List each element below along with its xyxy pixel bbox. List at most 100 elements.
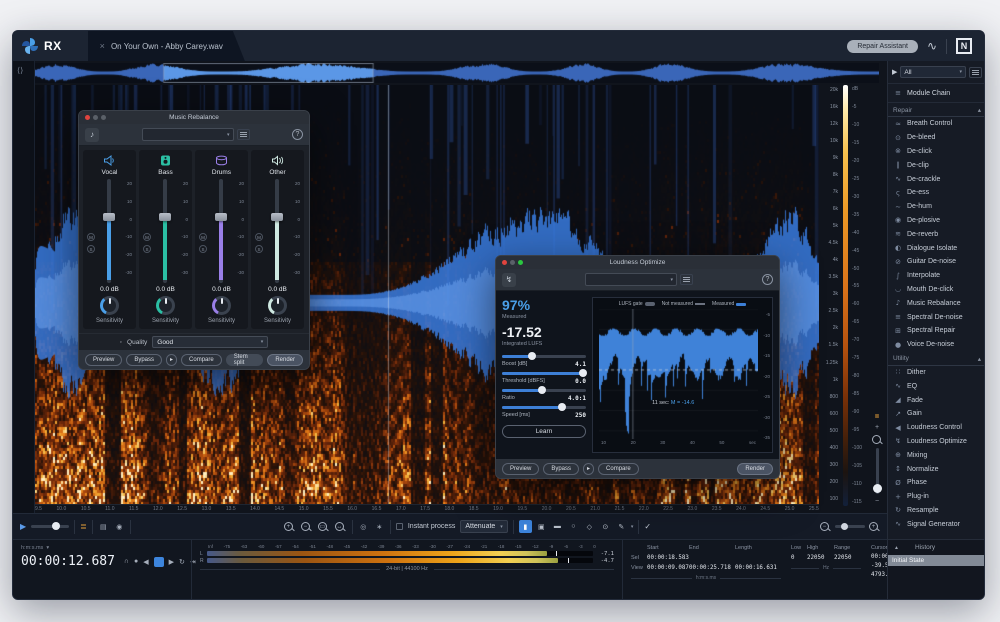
learn-button[interactable]: Learn — [502, 425, 586, 438]
module-chain-item[interactable]: ≡ Module Chain — [888, 84, 985, 103]
spectrogram-mode-icon[interactable]: ≣ — [80, 522, 87, 531]
slider-knob[interactable] — [579, 369, 587, 377]
module-item-normalize[interactable]: ↕Normalize — [888, 462, 985, 476]
stem-split-button[interactable]: Stem split — [226, 354, 264, 366]
module-item-de-ess[interactable]: ςDe-ess — [888, 186, 985, 200]
bypass-button[interactable]: Bypass — [543, 463, 579, 475]
view-toggle-icon[interactable]: ▤ — [98, 521, 109, 533]
module-item-dither[interactable]: ∷Dither — [888, 366, 985, 380]
dialog-titlebar[interactable]: Music Rebalance — [79, 111, 309, 124]
close-icon[interactable] — [502, 260, 507, 265]
preset-dropdown[interactable]: ▾ — [585, 273, 677, 286]
selection-tool-icon[interactable]: ⊙ — [599, 520, 612, 533]
preset-dropdown[interactable]: ▾ — [142, 128, 234, 141]
sensitivity-knob[interactable] — [268, 296, 287, 315]
vertical-zoom-icon[interactable] — [872, 435, 881, 444]
waveform-overview[interactable] — [35, 63, 879, 83]
loudness-graph[interactable] — [599, 309, 758, 439]
bypass-menu-icon[interactable]: ▸ — [166, 354, 177, 366]
history-item-initial-state[interactable]: Initial State — [888, 555, 985, 566]
module-item-signal-generator[interactable]: ∿Signal Generator — [888, 517, 985, 531]
slider-knob[interactable] — [528, 352, 536, 360]
bypass-button[interactable]: Bypass — [126, 354, 162, 366]
vocal-fader[interactable]: 20100-10-20-30 MS — [86, 179, 133, 283]
module-item-breath-control[interactable]: ≈Breath Control — [888, 117, 985, 131]
zoom-window-icon[interactable] — [101, 115, 106, 120]
file-tab[interactable]: × On Your Own - Abby Carey.wav — [88, 31, 245, 61]
zoom-in-icon[interactable]: + — [869, 522, 878, 531]
module-item-resample[interactable]: ↻Resample — [888, 504, 985, 518]
other-fader[interactable]: 20100-10-20-30 MS — [254, 179, 301, 283]
ratio-slider[interactable] — [502, 389, 586, 392]
spectrogram-settings-icon[interactable]: ≣ — [874, 413, 879, 420]
module-item-de-reverb[interactable]: ≋De-reverb — [888, 227, 985, 241]
time-ruler[interactable]: 9.510.010.511.011.512.012.513.013.514.01… — [35, 504, 819, 513]
solo-button[interactable]: S — [143, 245, 151, 253]
quality-dropdown[interactable]: Good ▾ — [152, 336, 268, 348]
list-view-icon[interactable] — [969, 67, 982, 78]
preview-button[interactable]: Preview — [85, 354, 122, 366]
compare-button[interactable]: Compare — [598, 463, 639, 475]
volume-knob[interactable] — [52, 522, 60, 530]
module-item-eq[interactable]: ∿EQ — [888, 379, 985, 393]
module-note-icon[interactable]: ♪ — [85, 128, 99, 142]
speed-slider[interactable] — [502, 406, 586, 409]
preset-menu-icon[interactable] — [680, 274, 693, 285]
module-item-spectral-de-noise[interactable]: ≡Spectral De-noise — [888, 310, 985, 324]
module-item-voice-de-noise[interactable]: ●Voice De-noise — [888, 338, 985, 352]
module-item-de-hum[interactable]: ∼De-hum — [888, 200, 985, 214]
help-icon[interactable]: ? — [762, 274, 773, 285]
process-mode-dropdown[interactable]: Attenuate ▾ — [460, 520, 507, 533]
module-item-spectral-repair[interactable]: ⊞Spectral Repair — [888, 324, 985, 338]
module-filter-dropdown[interactable]: All ▾ — [900, 66, 966, 78]
selection-tool-icon[interactable]: ◇ — [583, 520, 596, 533]
fader-handle[interactable] — [159, 213, 171, 221]
boost-slider[interactable] — [502, 355, 586, 358]
module-item-de-crackle[interactable]: ∿De-crackle — [888, 172, 985, 186]
view-toggle-icon[interactable]: ◉ — [114, 521, 125, 533]
monitor-volume-slider[interactable] — [31, 525, 69, 528]
module-item-mixing[interactable]: ⊕Mixing — [888, 448, 985, 462]
rewind-button[interactable]: ◀ — [143, 558, 148, 566]
horizontal-zoom-slider[interactable] — [835, 525, 865, 528]
sensitivity-knob[interactable] — [156, 296, 175, 315]
history-filter-icon[interactable]: ▲ — [894, 545, 899, 551]
zoom-tool-icon[interactable]: ↔ — [335, 522, 344, 531]
extra-tool-icon[interactable]: ◎ — [358, 521, 369, 533]
apply-check-icon[interactable]: ✓ — [644, 522, 651, 531]
zoom-out-icon[interactable]: − — [820, 522, 829, 531]
module-item-plug-in[interactable]: +Plug-in — [888, 490, 985, 504]
sensitivity-knob[interactable] — [212, 296, 231, 315]
minimize-icon[interactable] — [510, 260, 515, 265]
module-item-de-plosive[interactable]: ◉De-plosive — [888, 214, 985, 228]
vertical-zoom-knob[interactable] — [873, 484, 882, 493]
vertical-zoom-slider[interactable] — [876, 448, 879, 494]
mute-button[interactable]: M — [143, 233, 151, 241]
sensitivity-knob[interactable] — [100, 296, 119, 315]
extra-tool-icon[interactable]: ∗ — [374, 521, 385, 533]
record-button[interactable]: ● — [134, 558, 138, 565]
pen-dropdown-icon[interactable]: ▾ — [631, 524, 634, 530]
module-item-loudness-optimize[interactable]: ↯Loudness Optimize — [888, 435, 985, 449]
module-item-de-bleed[interactable]: ⊙De-bleed — [888, 131, 985, 145]
close-icon[interactable] — [85, 115, 90, 120]
instant-process-checkbox[interactable] — [396, 523, 403, 530]
zoom-tool-icon[interactable]: − — [301, 522, 310, 531]
module-item-phase[interactable]: ØPhase — [888, 476, 985, 490]
mute-button[interactable]: M — [199, 233, 207, 241]
module-item-dialogue-isolate[interactable]: ◐Dialogue Isolate — [888, 241, 985, 255]
module-item-mouth-de-click[interactable]: ◡Mouth De-click — [888, 283, 985, 297]
module-item-de-click[interactable]: ⊗De-click — [888, 145, 985, 159]
bass-fader[interactable]: 20100-10-20-30 MS — [142, 179, 189, 283]
minimize-icon[interactable] — [93, 115, 98, 120]
zoom-window-icon[interactable] — [518, 260, 523, 265]
solo-button[interactable]: S — [87, 245, 95, 253]
solo-button[interactable]: S — [255, 245, 263, 253]
fader-handle[interactable] — [271, 213, 283, 221]
selection-tool-icon[interactable]: ○ — [567, 520, 580, 533]
monitor-speaker-icon[interactable]: ◀ — [20, 522, 26, 531]
module-item-music-rebalance[interactable]: ♪Music Rebalance — [888, 296, 985, 310]
utility-section-header[interactable]: Utility ▴ — [888, 352, 985, 366]
selection-tool-icon[interactable]: ▮ — [519, 520, 532, 533]
render-button[interactable]: Render — [737, 463, 773, 475]
